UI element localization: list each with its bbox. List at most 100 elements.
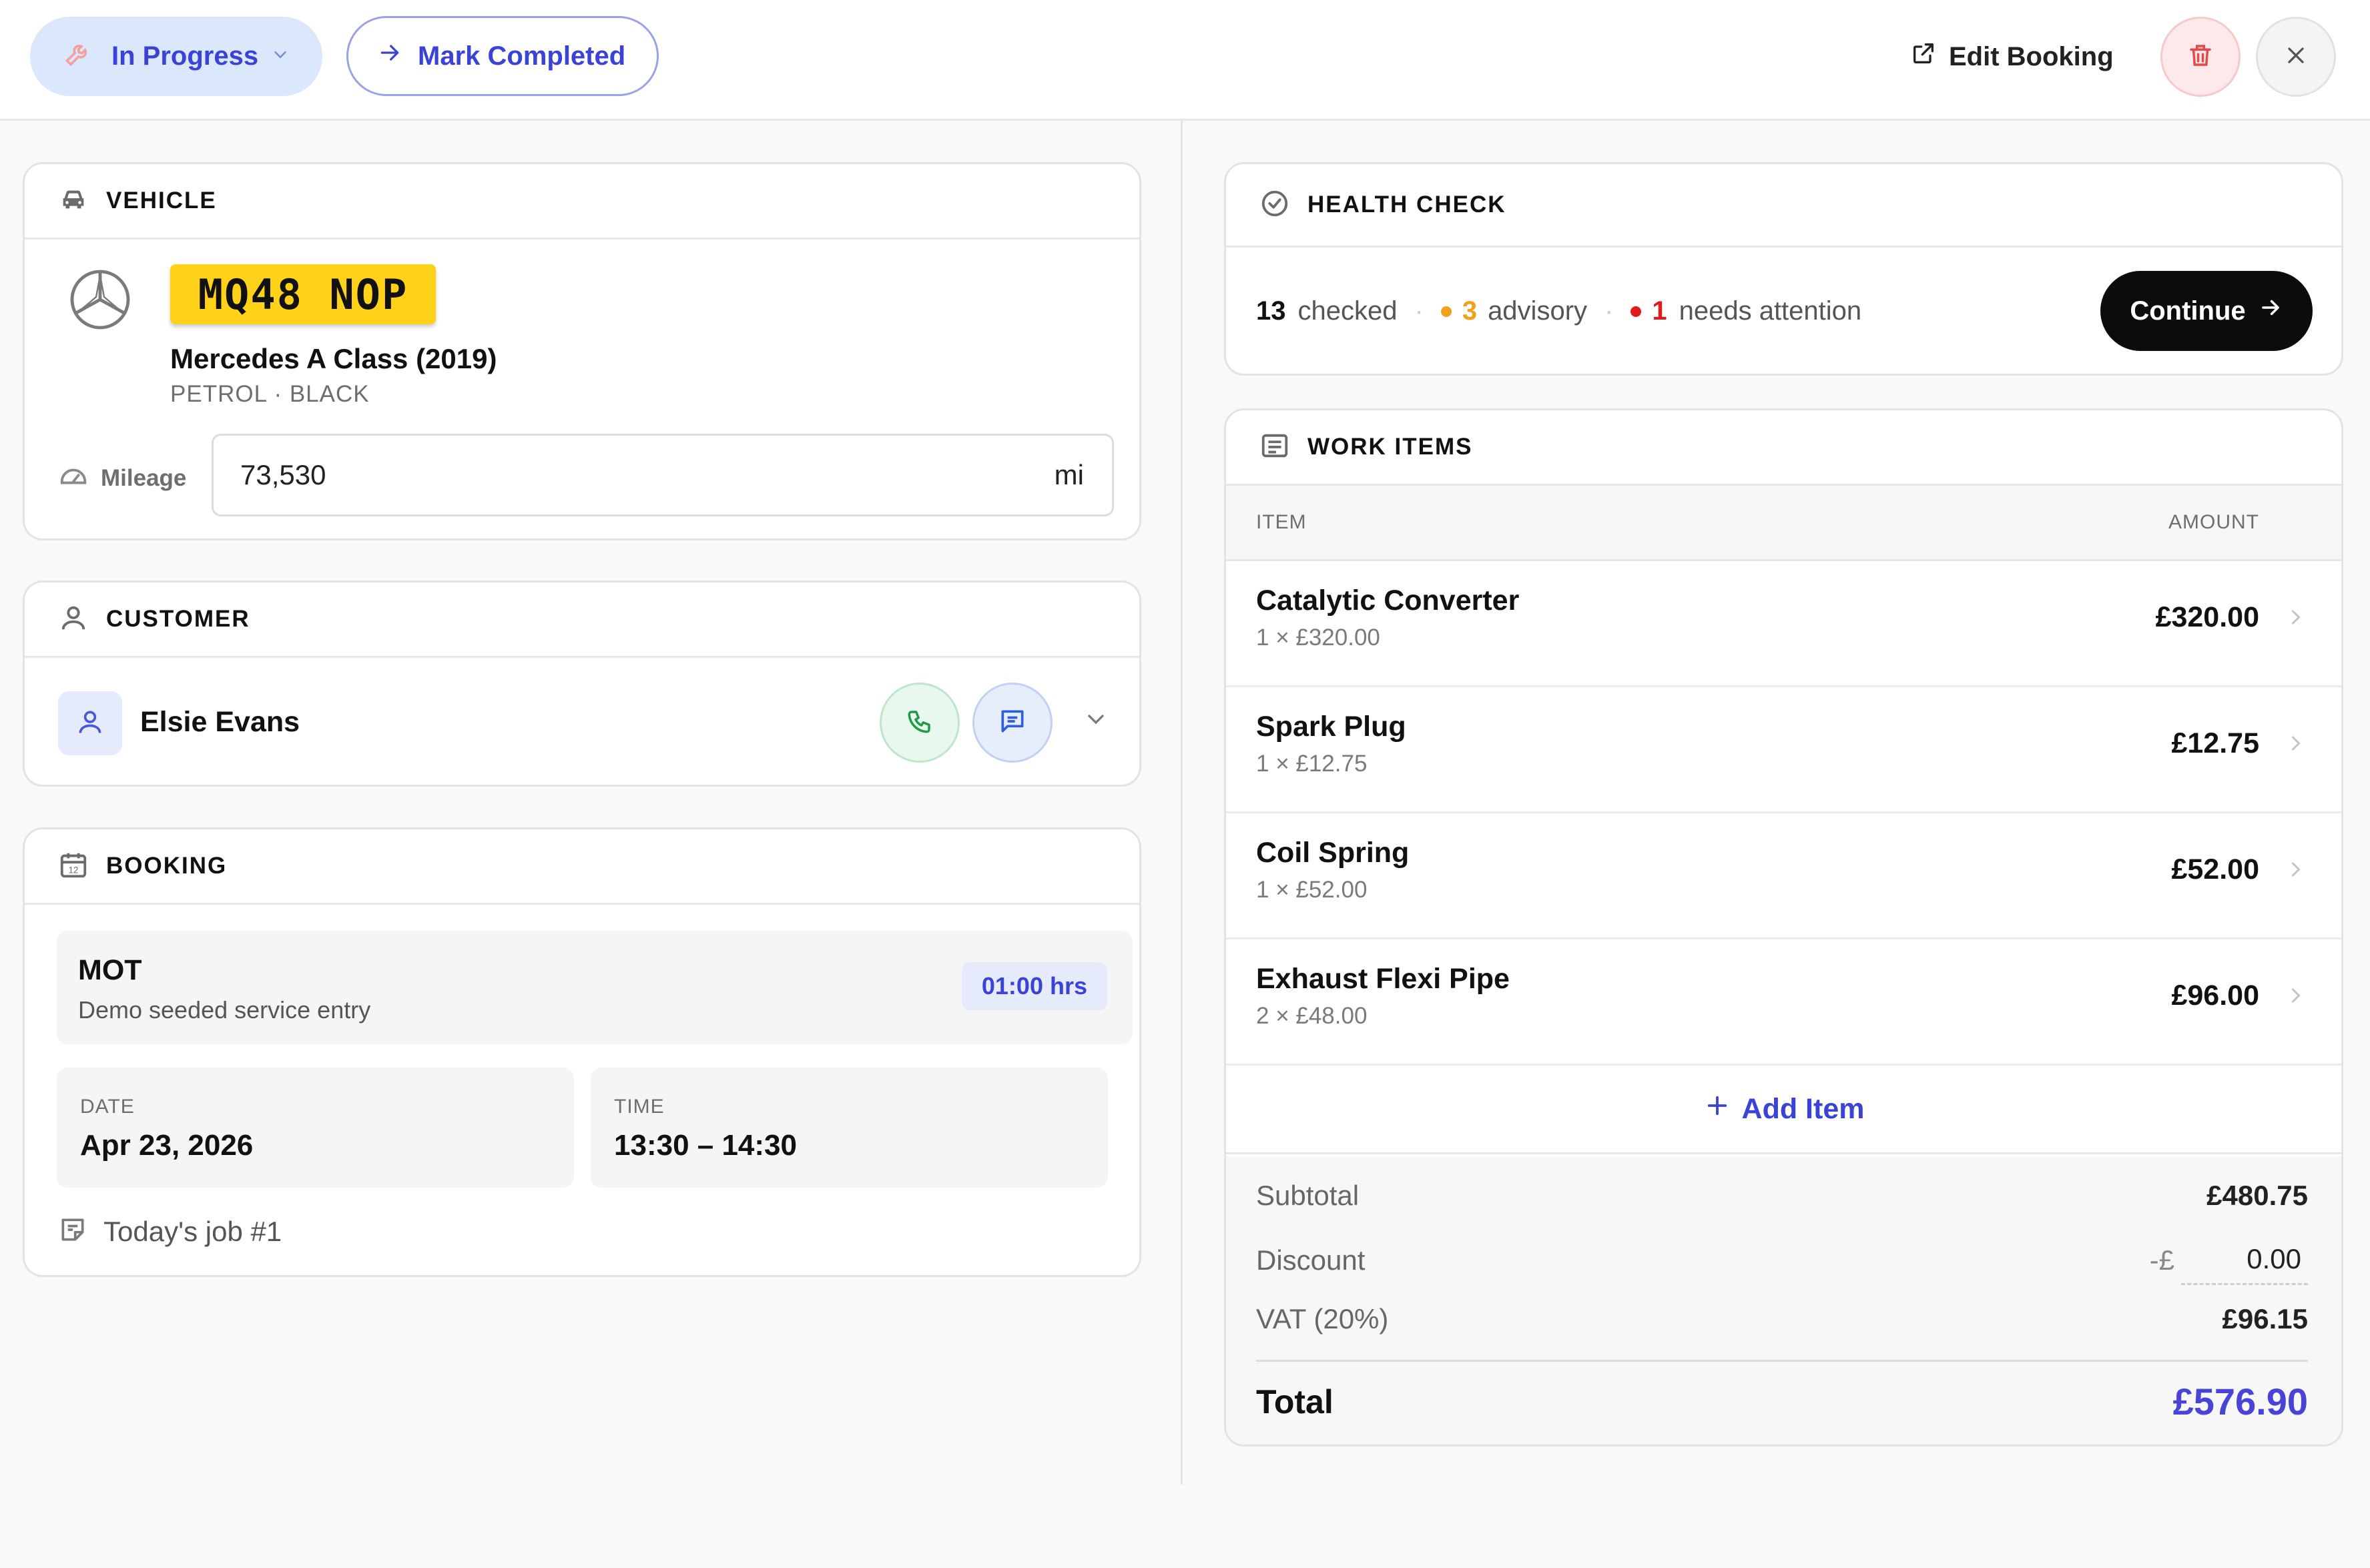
message-button[interactable] bbox=[972, 683, 1053, 763]
booking-card-header: 12 BOOKING bbox=[25, 829, 1139, 905]
car-icon bbox=[58, 184, 89, 218]
time-value: 13:30 – 14:30 bbox=[614, 1129, 797, 1162]
work-item-qty: 1 × £320.00 bbox=[1256, 625, 1380, 651]
booking-section-title: BOOKING bbox=[106, 853, 228, 879]
chevron-right-icon bbox=[2284, 984, 2308, 1011]
customer-card-header: CUSTOMER bbox=[25, 582, 1139, 658]
note-icon bbox=[58, 1215, 87, 1248]
license-plate: MQ48 NOP bbox=[170, 264, 436, 324]
booking-note: Today's job #1 bbox=[58, 1215, 282, 1248]
mileage-input[interactable]: 73,530 mi bbox=[212, 434, 1114, 516]
health-summary: 13 checked · 3 advisory · 1 needs attent… bbox=[1256, 296, 1861, 326]
gauge-icon bbox=[58, 461, 89, 495]
work-item-row[interactable]: Spark Plug 1 × £12.75 £12.75 bbox=[1226, 687, 2341, 813]
check-circle-icon bbox=[1259, 188, 1290, 222]
discount-prefix: -£ bbox=[2149, 1244, 2174, 1276]
work-item-amount: £96.00 bbox=[2171, 979, 2259, 1012]
vehicle-card-header: VEHICLE bbox=[25, 164, 1139, 240]
totals-section: Subtotal £480.75 Discount -£ 0.00 VAT (2… bbox=[1226, 1156, 2341, 1445]
subtotal-row: Subtotal £480.75 bbox=[1256, 1180, 2308, 1212]
user-icon bbox=[75, 707, 105, 740]
close-button[interactable] bbox=[2256, 17, 2336, 97]
mark-completed-button[interactable]: Mark Completed bbox=[346, 16, 659, 96]
edit-booking-button[interactable]: Edit Booking bbox=[1910, 33, 2114, 80]
chevron-right-icon bbox=[2284, 605, 2308, 633]
customer-name: Elsie Evans bbox=[140, 706, 300, 738]
discount-row: Discount -£ 0.00 bbox=[1256, 1235, 2308, 1285]
customer-section-title: CUSTOMER bbox=[106, 606, 250, 632]
status-label: In Progress bbox=[111, 41, 259, 71]
vehicle-details: PETROL · BLACK bbox=[170, 381, 370, 407]
close-icon bbox=[2283, 42, 2309, 72]
discount-input[interactable]: 0.00 bbox=[2181, 1243, 2308, 1285]
mercedes-logo-icon bbox=[68, 268, 132, 335]
svg-text:12: 12 bbox=[69, 865, 79, 875]
attention-dot bbox=[1631, 306, 1642, 317]
service-name: MOT bbox=[78, 954, 142, 986]
column-divider bbox=[1181, 121, 1183, 1485]
chevron-right-icon bbox=[2284, 731, 2308, 759]
mileage-label-group: Mileage bbox=[58, 461, 186, 495]
chevron-down-icon bbox=[1083, 715, 1109, 735]
status-dropdown[interactable]: In Progress bbox=[30, 17, 322, 96]
checked-count: 13 bbox=[1256, 296, 1286, 326]
advisory-dot bbox=[1440, 306, 1452, 317]
list-icon bbox=[1259, 430, 1290, 464]
total-divider bbox=[1256, 1360, 2308, 1362]
time-label: TIME bbox=[614, 1096, 665, 1118]
work-item-qty: 1 × £12.75 bbox=[1256, 751, 1368, 777]
trash-icon bbox=[2186, 41, 2214, 73]
work-item-row[interactable]: Coil Spring 1 × £52.00 £52.00 bbox=[1226, 813, 2341, 939]
top-toolbar: In Progress Mark Completed Edit Booking bbox=[0, 0, 2370, 121]
mileage-unit: mi bbox=[1054, 459, 1084, 490]
column-item: ITEM bbox=[1256, 511, 1307, 533]
work-item-qty: 2 × £48.00 bbox=[1256, 1003, 1368, 1029]
checked-label: checked bbox=[1297, 296, 1398, 326]
work-item-name: Coil Spring bbox=[1256, 837, 1410, 869]
add-item-label: Add Item bbox=[1741, 1092, 1865, 1125]
work-items-header: WORK ITEMS bbox=[1226, 410, 2341, 486]
health-check-card: HEALTH CHECK 13 checked · 3 advisory · 1… bbox=[1224, 162, 2343, 376]
work-item-name: Spark Plug bbox=[1256, 711, 1406, 743]
work-item-amount: £12.75 bbox=[2171, 727, 2259, 759]
edit-booking-label: Edit Booking bbox=[1949, 41, 2114, 71]
separator-dot: · bbox=[1414, 296, 1424, 326]
customer-card: CUSTOMER Elsie Evans bbox=[23, 580, 1141, 787]
work-item-amount: £320.00 bbox=[2155, 601, 2259, 633]
work-item-amount: £52.00 bbox=[2171, 853, 2259, 885]
customer-expand-chevron[interactable] bbox=[1083, 706, 1109, 736]
user-icon bbox=[58, 603, 89, 637]
total-label: Total bbox=[1256, 1383, 1334, 1421]
customer-avatar bbox=[58, 691, 122, 755]
work-item-row[interactable]: Exhaust Flexi Pipe 2 × £48.00 £96.00 bbox=[1226, 939, 2341, 1066]
vehicle-model: Mercedes A Class (2019) bbox=[170, 343, 497, 374]
arrow-right-icon bbox=[2258, 295, 2283, 327]
date-box: DATE Apr 23, 2026 bbox=[57, 1068, 574, 1188]
subtotal-label: Subtotal bbox=[1256, 1180, 1360, 1211]
chevron-right-icon bbox=[2284, 857, 2308, 885]
add-item-button[interactable]: Add Item bbox=[1226, 1066, 2341, 1154]
external-link-icon bbox=[1910, 40, 1937, 73]
work-item-qty: 1 × £52.00 bbox=[1256, 877, 1368, 903]
health-check-title: HEALTH CHECK bbox=[1307, 191, 1506, 218]
work-items-card: WORK ITEMS ITEM AMOUNT Catalytic Convert… bbox=[1224, 408, 2343, 1447]
mark-completed-label: Mark Completed bbox=[418, 41, 626, 71]
call-button[interactable] bbox=[880, 683, 960, 763]
vat-value: £96.15 bbox=[2222, 1303, 2308, 1334]
message-icon bbox=[998, 707, 1027, 739]
continue-button[interactable]: Continue bbox=[2100, 271, 2313, 351]
delete-button[interactable] bbox=[2160, 17, 2241, 97]
work-item-name: Exhaust Flexi Pipe bbox=[1256, 963, 1510, 995]
work-item-row[interactable]: Catalytic Converter 1 × £320.00 £320.00 bbox=[1226, 561, 2341, 687]
service-box: MOT Demo seeded service entry 01:00 hrs bbox=[57, 931, 1133, 1044]
plus-icon bbox=[1703, 1092, 1731, 1127]
vehicle-section-title: VEHICLE bbox=[106, 187, 217, 214]
chevron-down-icon bbox=[270, 41, 290, 71]
work-items-title: WORK ITEMS bbox=[1307, 434, 1473, 460]
mileage-label: Mileage bbox=[101, 464, 187, 491]
vat-row: VAT (20%) £96.15 bbox=[1256, 1303, 2308, 1335]
column-amount: AMOUNT bbox=[2168, 511, 2259, 533]
discount-label: Discount bbox=[1256, 1244, 1366, 1276]
work-item-name: Catalytic Converter bbox=[1256, 584, 1520, 617]
advisory-count: 3 bbox=[1462, 296, 1478, 326]
